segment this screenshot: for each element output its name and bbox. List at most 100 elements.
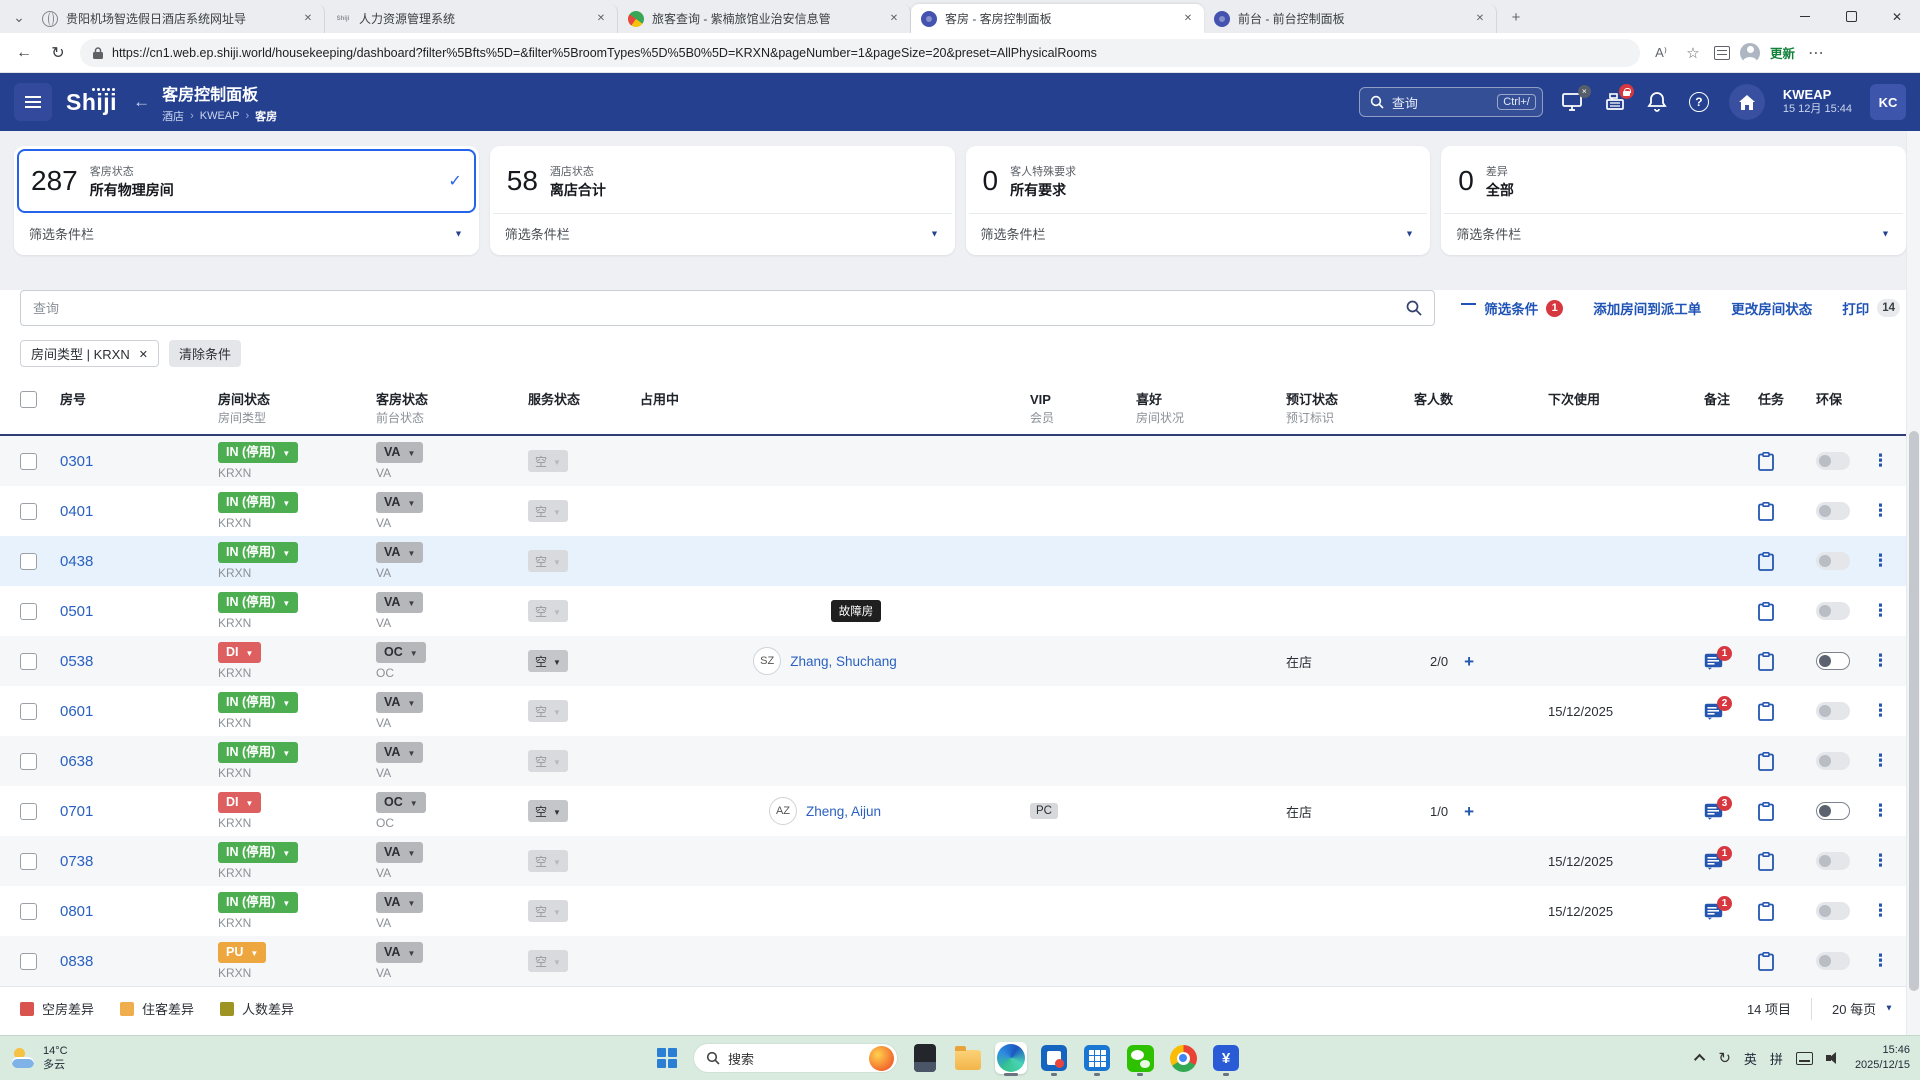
scrollbar[interactable] bbox=[1906, 131, 1920, 1035]
room-status-badge[interactable]: IN (停用) bbox=[218, 742, 299, 763]
summary-card-top[interactable]: 287 客房状态 所有物理房间 bbox=[17, 149, 476, 213]
room-number-link[interactable]: 0838 bbox=[60, 953, 93, 970]
finance-app-taskbar-button[interactable] bbox=[1210, 1042, 1242, 1074]
browser-menu-icon[interactable] bbox=[1805, 43, 1827, 63]
scrollbar-thumb[interactable] bbox=[1909, 431, 1919, 991]
edge-taskbar-button[interactable] bbox=[995, 1042, 1027, 1074]
notes-icon[interactable]: 1 bbox=[1704, 645, 1732, 670]
col-eco[interactable]: 环保 bbox=[1816, 391, 1842, 410]
row-checkbox[interactable] bbox=[20, 802, 37, 820]
workstation-button[interactable] bbox=[1561, 85, 1591, 114]
row-menu-icon[interactable] bbox=[1872, 851, 1889, 871]
cashier-button[interactable] bbox=[1603, 84, 1634, 114]
user-avatar[interactable]: KC bbox=[1870, 84, 1906, 120]
row-checkbox[interactable] bbox=[20, 902, 37, 920]
back-icon[interactable]: ← bbox=[12, 44, 36, 62]
room-status-badge[interactable]: DI bbox=[218, 642, 262, 663]
task-clipboard-icon[interactable] bbox=[1758, 601, 1774, 621]
service-status-badge[interactable]: 空 bbox=[528, 950, 568, 972]
fo-status-badge[interactable]: VA bbox=[376, 442, 424, 463]
col-guests[interactable]: 客人数 bbox=[1414, 391, 1453, 410]
fo-status-badge[interactable]: VA bbox=[376, 542, 424, 563]
new-tab-button[interactable] bbox=[1503, 4, 1529, 30]
help-button[interactable] bbox=[1687, 90, 1711, 114]
service-status-badge[interactable]: 空 bbox=[528, 750, 568, 772]
row-checkbox[interactable] bbox=[20, 702, 37, 720]
col-vip[interactable]: VIP bbox=[1030, 391, 1051, 410]
task-clipboard-icon[interactable] bbox=[1758, 751, 1774, 771]
row-menu-icon[interactable] bbox=[1872, 651, 1889, 671]
room-status-badge[interactable]: IN (停用) bbox=[218, 892, 299, 913]
maximize-button[interactable] bbox=[1828, 0, 1874, 33]
eco-toggle[interactable] bbox=[1816, 952, 1850, 970]
col-hk-status[interactable]: 客房状态 bbox=[376, 391, 428, 410]
room-status-badge[interactable]: IN (停用) bbox=[218, 842, 299, 863]
property-block[interactable]: KWEAP 15 12月 15:44 bbox=[1783, 87, 1852, 117]
chrome-taskbar-button[interactable] bbox=[1167, 1042, 1199, 1074]
summary-card-top[interactable]: 0 差异 全部 bbox=[1444, 149, 1903, 213]
card-filter-bar[interactable]: 筛选条件栏 bbox=[490, 214, 955, 255]
minimize-button[interactable] bbox=[1782, 0, 1828, 33]
menu-button[interactable] bbox=[14, 83, 52, 121]
remove-chip-icon[interactable] bbox=[139, 346, 148, 361]
room-number-link[interactable]: 0538 bbox=[60, 653, 93, 670]
tray-expand-icon[interactable] bbox=[1694, 1053, 1706, 1066]
breadcrumb-property[interactable]: KWEAP bbox=[200, 110, 240, 122]
sync-icon[interactable] bbox=[1718, 1049, 1731, 1067]
row-menu-icon[interactable] bbox=[1872, 501, 1889, 521]
col-room[interactable]: 房号 bbox=[60, 391, 86, 410]
collections-icon[interactable] bbox=[1714, 45, 1730, 60]
service-status-badge[interactable]: 空 bbox=[528, 450, 568, 472]
room-type-filter-chip[interactable]: 房间类型 | KRXN bbox=[20, 340, 159, 367]
fo-status-badge[interactable]: VA bbox=[376, 892, 424, 913]
tab-search-icon[interactable] bbox=[6, 4, 32, 30]
page-size-select[interactable]: 20 每页 bbox=[1832, 999, 1894, 1018]
fo-status-badge[interactable]: OC bbox=[376, 792, 426, 813]
card-filter-bar[interactable]: 筛选条件栏 bbox=[1441, 214, 1906, 255]
tab-close-icon[interactable] bbox=[1180, 11, 1196, 27]
service-status-badge[interactable]: 空 bbox=[528, 800, 568, 822]
task-clipboard-icon[interactable] bbox=[1758, 501, 1774, 521]
fo-status-badge[interactable]: VA bbox=[376, 842, 424, 863]
row-checkbox[interactable] bbox=[20, 552, 37, 570]
tab-close-icon[interactable] bbox=[886, 11, 902, 27]
task-clipboard-icon[interactable] bbox=[1758, 951, 1774, 971]
room-status-badge[interactable]: IN (停用) bbox=[218, 692, 299, 713]
add-to-worksheet-button[interactable]: 添加房间到派工单 bbox=[1593, 298, 1701, 318]
row-checkbox[interactable] bbox=[20, 602, 37, 620]
col-tasks[interactable]: 任务 bbox=[1758, 391, 1784, 410]
home-button[interactable] bbox=[1728, 84, 1765, 120]
row-checkbox[interactable] bbox=[20, 652, 37, 670]
print-button[interactable]: 打印 14 bbox=[1842, 298, 1900, 318]
row-checkbox[interactable] bbox=[20, 752, 37, 770]
col-next-use[interactable]: 下次使用 bbox=[1548, 391, 1600, 410]
room-status-badge[interactable]: IN (停用) bbox=[218, 492, 299, 513]
speaker-icon[interactable] bbox=[1825, 1051, 1842, 1065]
task-clipboard-icon[interactable] bbox=[1758, 701, 1774, 721]
eco-toggle[interactable] bbox=[1816, 752, 1850, 770]
fo-status-badge[interactable]: VA bbox=[376, 942, 424, 963]
service-status-badge[interactable]: 空 bbox=[528, 900, 568, 922]
eco-toggle[interactable] bbox=[1816, 502, 1850, 520]
read-aloud-icon[interactable] bbox=[1650, 44, 1672, 61]
eco-toggle[interactable] bbox=[1816, 902, 1850, 920]
eco-toggle[interactable] bbox=[1816, 652, 1850, 670]
start-button[interactable] bbox=[652, 1043, 682, 1073]
col-service[interactable]: 服务状态 bbox=[528, 391, 580, 410]
eco-toggle[interactable] bbox=[1816, 802, 1850, 820]
close-button[interactable] bbox=[1874, 0, 1920, 33]
room-status-badge[interactable]: IN (停用) bbox=[218, 542, 299, 563]
notes-icon[interactable]: 1 bbox=[1704, 845, 1732, 870]
eco-toggle[interactable] bbox=[1816, 852, 1850, 870]
clear-filters-chip[interactable]: 清除条件 bbox=[168, 340, 241, 367]
room-number-link[interactable]: 0301 bbox=[60, 453, 93, 470]
browser-tab[interactable]: 前台 - 前台控制面板 bbox=[1204, 4, 1497, 33]
browser-update-button[interactable]: 更新 bbox=[1770, 43, 1795, 62]
eco-toggle[interactable] bbox=[1816, 452, 1850, 470]
fo-status-badge[interactable]: VA bbox=[376, 742, 424, 763]
card-filter-bar[interactable]: 筛选条件栏 bbox=[966, 214, 1431, 255]
task-clipboard-icon[interactable] bbox=[1758, 451, 1774, 471]
browser-tab[interactable]: 客房 - 客房控制面板 bbox=[911, 4, 1204, 33]
summary-card-top[interactable]: 0 客人特殊要求 所有要求 bbox=[969, 149, 1428, 213]
add-guest-button[interactable] bbox=[1464, 653, 1474, 670]
